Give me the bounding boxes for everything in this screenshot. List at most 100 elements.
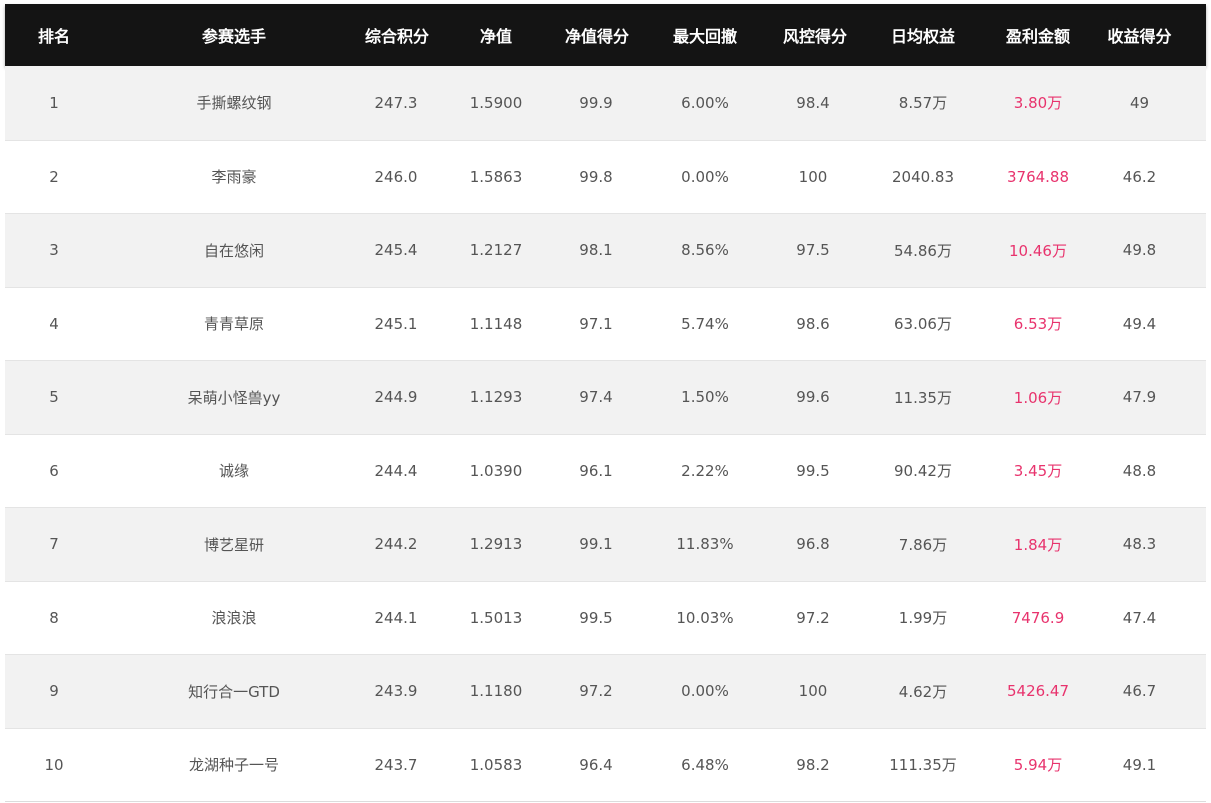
cell-player-name: 自在悠闲 [103,213,365,288]
cell-profit: 1.84万 [1003,507,1073,582]
cell-rank: 1 [5,66,103,141]
cell-player-name: 诚缘 [103,434,365,508]
cell-return-score: 49.4 [1073,287,1206,361]
cell-daily-equity: 111.35万 [843,728,1003,802]
cell-player-name: 手撕螺纹钢 [103,66,365,141]
cell-nav: 1.5863 [427,140,565,214]
ranking-table: 排名 参赛选手 综合积分 净值 净值得分 最大回撤 风控得分 日均权益 盈利金额… [5,4,1206,802]
cell-return-score: 49.1 [1073,728,1206,802]
cell-return-score: 46.7 [1073,654,1206,729]
header-nav: 净值 [479,27,512,46]
cell-return-score: 49.8 [1073,213,1206,288]
cell-max-drawdown: 6.48% [627,728,783,802]
cell-total-score: 243.9 [365,654,427,729]
cell-risk-score: 98.4 [783,66,843,141]
header-return-score: 收益得分 [1107,27,1172,46]
cell-max-drawdown: 0.00% [627,140,783,214]
cell-player-name: 呆萌小怪兽yy [103,360,365,435]
cell-rank: 10 [5,728,103,802]
cell-daily-equity: 54.86万 [843,213,1003,288]
cell-rank: 5 [5,360,103,435]
header-rank: 排名 [37,27,70,46]
cell-rank: 3 [5,213,103,288]
cell-player-name: 博艺星研 [103,507,365,582]
cell-risk-score: 100 [783,140,843,214]
cell-risk-score: 97.2 [783,581,843,655]
table-row: 5 呆萌小怪兽yy 244.9 1.1293 97.4 1.50% 99.6 11.35万 1.… [5,360,1206,435]
table-row: 4 青青草原 245.1 1.1148 97.1 5.74% 98.6 63.06万 6.53万… [5,287,1206,361]
cell-max-drawdown: 2.22% [627,434,783,508]
cell-profit: 6.53万 [1003,287,1073,361]
header-profit: 盈利金额 [1005,27,1070,46]
cell-daily-equity: 90.42万 [843,434,1003,508]
cell-daily-equity: 4.62万 [843,654,1003,729]
header-risk-score: 风控得分 [783,27,848,46]
cell-player-name: 李雨豪 [103,140,365,214]
cell-rank: 7 [5,507,103,582]
cell-nav-score: 99.5 [565,581,627,655]
cell-return-score: 47.9 [1073,360,1206,435]
cell-profit: 3764.88 [1003,140,1073,214]
cell-risk-score: 96.8 [783,507,843,582]
cell-total-score: 245.1 [365,287,427,361]
cell-max-drawdown: 8.56% [627,213,783,288]
cell-nav: 1.1293 [427,360,565,435]
cell-max-drawdown: 6.00% [627,66,783,141]
header-total-score: 综合积分 [365,27,430,46]
header-row: 排名 参赛选手 综合积分 净值 净值得分 最大回撤 风控得分 日均权益 盈利金额… [5,4,1206,66]
cell-return-score: 47.4 [1073,581,1206,655]
cell-risk-score: 100 [783,654,843,729]
table-row: 1 手撕螺纹钢 247.3 1.5900 99.9 6.00% 98.4 8.57万 3.80万… [5,66,1206,141]
cell-return-score: 49 [1073,66,1206,141]
table-header: 排名 参赛选手 综合积分 净值 净值得分 最大回撤 风控得分 日均权益 盈利金额… [5,4,1206,66]
cell-player-name: 知行合一GTD [103,654,365,729]
cell-return-score: 48.8 [1073,434,1206,508]
cell-player-name: 龙湖种子一号 [103,728,365,802]
cell-risk-score: 97.5 [783,213,843,288]
cell-rank: 4 [5,287,103,361]
table-row: 6 诚缘 244.4 1.0390 96.1 2.22% 99.5 90.42万 3.45万 48… [5,434,1206,508]
cell-total-score: 244.2 [365,507,427,582]
cell-total-score: 244.4 [365,434,427,508]
header-nav-score: 净值得分 [565,27,630,46]
ranking-table-container: 排名 参赛选手 综合积分 净值 净值得分 最大回撤 风控得分 日均权益 盈利金额… [5,4,1206,802]
table-row: 3 自在悠闲 245.4 1.2127 98.1 8.56% 97.5 54.86万 10.46… [5,213,1206,288]
cell-nav-score: 99.1 [565,507,627,582]
cell-daily-equity: 2040.83 [843,140,1003,214]
cell-nav-score: 98.1 [565,213,627,288]
cell-profit: 3.45万 [1003,434,1073,508]
cell-total-score: 243.7 [365,728,427,802]
table-row: 9 知行合一GTD 243.9 1.1180 97.2 0.00% 100 4.62万 5426… [5,654,1206,729]
cell-daily-equity: 1.99万 [843,581,1003,655]
cell-return-score: 46.2 [1073,140,1206,214]
header-player: 参赛选手 [201,27,266,46]
table-row: 8 浪浪浪 244.1 1.5013 99.5 10.03% 97.2 1.99万 7476.9… [5,581,1206,655]
cell-nav: 1.5900 [427,66,565,141]
cell-max-drawdown: 1.50% [627,360,783,435]
cell-daily-equity: 63.06万 [843,287,1003,361]
cell-profit: 7476.9 [1003,581,1073,655]
cell-nav: 1.0583 [427,728,565,802]
cell-profit: 3.80万 [1003,66,1073,141]
header-daily-equity: 日均权益 [890,27,955,46]
table-row: 7 博艺星研 244.2 1.2913 99.1 11.83% 96.8 7.86万 1.84万… [5,507,1206,582]
header-max-drawdown: 最大回撤 [672,27,737,46]
cell-max-drawdown: 10.03% [627,581,783,655]
cell-rank: 6 [5,434,103,508]
cell-risk-score: 98.6 [783,287,843,361]
cell-nav: 1.0390 [427,434,565,508]
cell-risk-score: 99.6 [783,360,843,435]
cell-rank: 8 [5,581,103,655]
cell-nav-score: 97.2 [565,654,627,729]
cell-max-drawdown: 5.74% [627,287,783,361]
cell-daily-equity: 8.57万 [843,66,1003,141]
cell-total-score: 244.9 [365,360,427,435]
cell-player-name: 青青草原 [103,287,365,361]
cell-nav-score: 97.1 [565,287,627,361]
cell-profit: 5.94万 [1003,728,1073,802]
cell-risk-score: 98.2 [783,728,843,802]
cell-daily-equity: 7.86万 [843,507,1003,582]
cell-nav-score: 96.1 [565,434,627,508]
cell-return-score: 48.3 [1073,507,1206,582]
cell-risk-score: 99.5 [783,434,843,508]
